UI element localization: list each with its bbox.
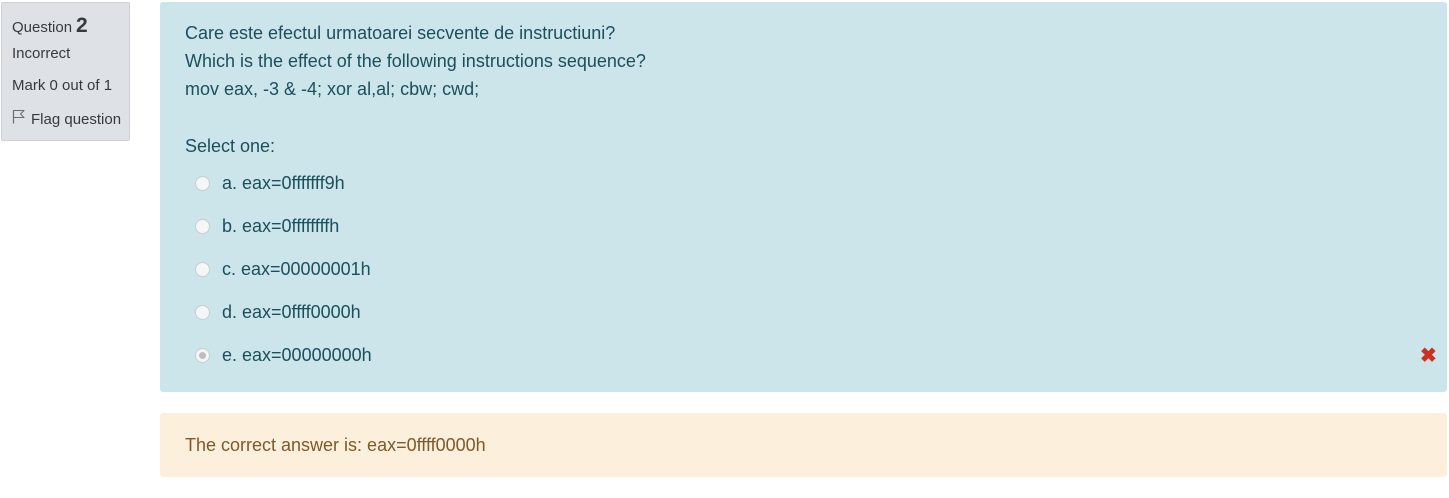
quiz-page: Question 2 Incorrect Mark 0 out of 1 Flag… (0, 0, 1449, 498)
question-text-line: Care este efectul urmatoarei secvente de… (185, 23, 616, 43)
answer-label[interactable]: a. eax=0fffffff9h (222, 173, 345, 194)
question-label: Question (12, 19, 73, 36)
answer-label[interactable]: c. eax=00000001h (222, 259, 371, 280)
answer-label[interactable]: e. eax=00000000h (222, 345, 372, 366)
question-formulation: Care este efectul urmatoarei secvente de… (160, 2, 1447, 392)
answer-radio[interactable] (195, 219, 210, 234)
right-answer-text: The correct answer is: eax=0ffff0000h (185, 434, 486, 455)
answer-option-c[interactable]: c. eax=00000001h (185, 248, 1447, 291)
question-number: Question 2 (12, 13, 129, 39)
answer-radio[interactable] (195, 176, 210, 191)
answer-label[interactable]: b. eax=0ffffffffh (222, 216, 339, 237)
question-text-line: mov eax, -3 & -4; xor al,al; cbw; cwd; (185, 79, 480, 99)
question-text: Care este efectul urmatoarei secvente de… (185, 19, 1447, 103)
answer-option-a[interactable]: a. eax=0fffffff9h (185, 162, 1447, 205)
answer-radio-selected[interactable] (195, 348, 210, 363)
answer-option-b[interactable]: b. eax=0ffffffffh (185, 205, 1447, 248)
question-text-line: Which is the effect of the following ins… (185, 51, 646, 71)
answer-radio[interactable] (195, 262, 210, 277)
answer-label[interactable]: d. eax=0ffff0000h (222, 302, 361, 323)
question-number-value: 2 (76, 14, 88, 37)
flag-question-label: Flag question (31, 110, 122, 128)
answer-radio[interactable] (195, 305, 210, 320)
flag-icon (12, 109, 31, 130)
cross-icon: ✖ (1420, 345, 1437, 367)
answer-option-d[interactable]: d. eax=0ffff0000h (185, 291, 1447, 334)
answer-option-e[interactable]: e. eax=00000000h ✖ (185, 334, 1447, 377)
answer-list: a. eax=0fffffff9h b. eax=0ffffffffh c. e… (185, 162, 1447, 377)
select-prompt: Select one: (185, 136, 276, 156)
feedback-panel: The correct answer is: eax=0ffff0000h (160, 413, 1447, 477)
flag-question-button[interactable]: Flag question (12, 109, 129, 130)
question-state: Incorrect (12, 45, 71, 62)
question-info-panel: Question 2 Incorrect Mark 0 out of 1 Flag… (1, 2, 130, 141)
question-grade: Mark 0 out of 1 (12, 77, 113, 94)
